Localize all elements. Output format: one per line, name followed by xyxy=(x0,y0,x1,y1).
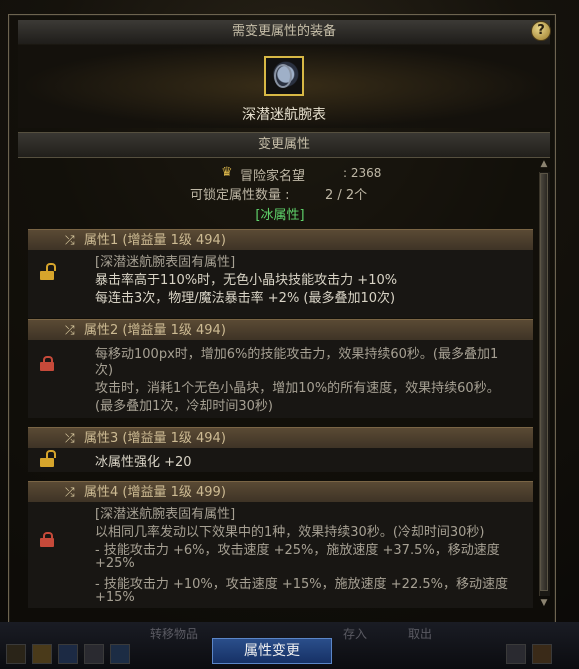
attribute-line: 次) xyxy=(95,363,114,378)
attribute-header-label: 属性3 (增益量 1级 494) xyxy=(84,431,226,446)
equip-name: 深潜迷航腕表 xyxy=(242,107,326,123)
attribute-header-label: 属性4 (增益量 1级 499) xyxy=(84,485,226,500)
attribute-line: (最多叠加1次，冷却时间30秒) xyxy=(95,399,273,414)
element-tag: [冰属性] xyxy=(255,208,305,223)
attribute-line: +15% xyxy=(95,590,135,605)
transfer-items-button[interactable]: 转移物品 xyxy=(150,626,198,642)
scroll-down-button[interactable]: ▼ xyxy=(539,598,549,608)
withdraw-button[interactable]: 取出 xyxy=(408,626,432,642)
attribute-line: 以相同几率发动以下效果中的1种，效果持续30秒。(冷却时间30秒) xyxy=(95,525,485,540)
lock-count-value: 2 / 2个 xyxy=(325,188,368,203)
dialog-title: 需变更属性的装备 xyxy=(18,20,550,45)
lock-count-label: 可锁定属性数量 : xyxy=(190,188,290,203)
fame-label: 冒险家名望 xyxy=(240,169,306,184)
attribute-line: - 技能攻击力 +10%，攻击速度 +15%，施放速度 +22.5%，移动速度 xyxy=(95,577,508,592)
attribute-header: ⤮ 属性4 (增益量 1级 499) xyxy=(28,481,533,503)
attribute-body: 每移动100px时，增加6%的技能攻击力，效果持续60秒。(最多叠加1 次) 攻… xyxy=(28,340,533,418)
scrollbar-thumb[interactable] xyxy=(540,173,548,591)
attribute-line: [深潜迷航腕表固有属性] xyxy=(95,255,236,270)
quickslot-icon[interactable] xyxy=(110,644,130,664)
unlocked-lock-icon[interactable] xyxy=(40,263,56,280)
quickslot-icon[interactable] xyxy=(32,644,52,664)
attribute-body: [深潜迷航腕表固有属性] 以相同几率发动以下效果中的1种，效果持续30秒。(冷却… xyxy=(28,502,533,608)
quickslot-icon[interactable] xyxy=(506,644,526,664)
attribute-header: ⤮ 属性3 (增益量 1级 494) xyxy=(28,427,533,449)
attribute-line: 每连击3次，物理/魔法暴击率 +2% (最多叠加10次) xyxy=(95,291,396,306)
scroll-up-button[interactable]: ▲ xyxy=(539,159,549,169)
wristwatch-icon[interactable] xyxy=(264,56,304,96)
attribute-header: ⤮ 属性2 (增益量 1级 494) xyxy=(28,319,533,341)
attribute-line: 暴击率高于110%时，无色小晶块技能攻击力 +10% xyxy=(95,273,398,288)
shuffle-icon[interactable]: ⤮ xyxy=(65,320,75,341)
attribute-line: [深潜迷航腕表固有属性] xyxy=(95,507,236,522)
section-title: 变更属性 xyxy=(18,132,550,158)
shuffle-icon[interactable]: ⤮ xyxy=(65,230,75,251)
apply-attribute-change-button[interactable]: 属性变更 xyxy=(212,638,332,664)
attribute-line: 攻击时，消耗1个无色小晶块，增加10%的所有速度，效果持续60秒。 xyxy=(95,381,500,396)
attribute-body: 冰属性强化 +20 xyxy=(28,448,533,472)
fame-value: : 2368 xyxy=(343,166,382,180)
quickslot-icon[interactable] xyxy=(6,644,26,664)
locked-lock-icon[interactable] xyxy=(40,532,54,547)
attribute-line: +25% xyxy=(95,556,135,571)
quickslot-icon[interactable] xyxy=(84,644,104,664)
deposit-button[interactable]: 存入 xyxy=(343,626,367,642)
quickslot-icon[interactable] xyxy=(58,644,78,664)
attribute-header: ⤮ 属性1 (增益量 1级 494) xyxy=(28,229,533,251)
attribute-line: 冰属性强化 +20 xyxy=(95,455,192,470)
attribute-line: 每移动100px时，增加6%的技能攻击力，效果持续60秒。(最多叠加1 xyxy=(95,347,499,362)
attribute-header-label: 属性1 (增益量 1级 494) xyxy=(84,233,226,248)
unlocked-lock-icon[interactable] xyxy=(40,450,56,467)
shuffle-icon[interactable]: ⤮ xyxy=(65,482,75,503)
attribute-header-label: 属性2 (增益量 1级 494) xyxy=(84,323,226,338)
fame-icon: ♛ xyxy=(221,165,233,180)
quickslot-icon[interactable] xyxy=(532,644,552,664)
shuffle-icon[interactable]: ⤮ xyxy=(65,428,75,449)
attribute-body: [深潜迷航腕表固有属性] 暴击率高于110%时，无色小晶块技能攻击力 +10% … xyxy=(28,250,533,318)
attribute-line: - 技能攻击力 +6%，攻击速度 +25%，施放速度 +37.5%，移动速度 xyxy=(95,543,500,558)
locked-lock-icon[interactable] xyxy=(40,356,54,371)
help-icon[interactable]: ? xyxy=(531,21,551,41)
